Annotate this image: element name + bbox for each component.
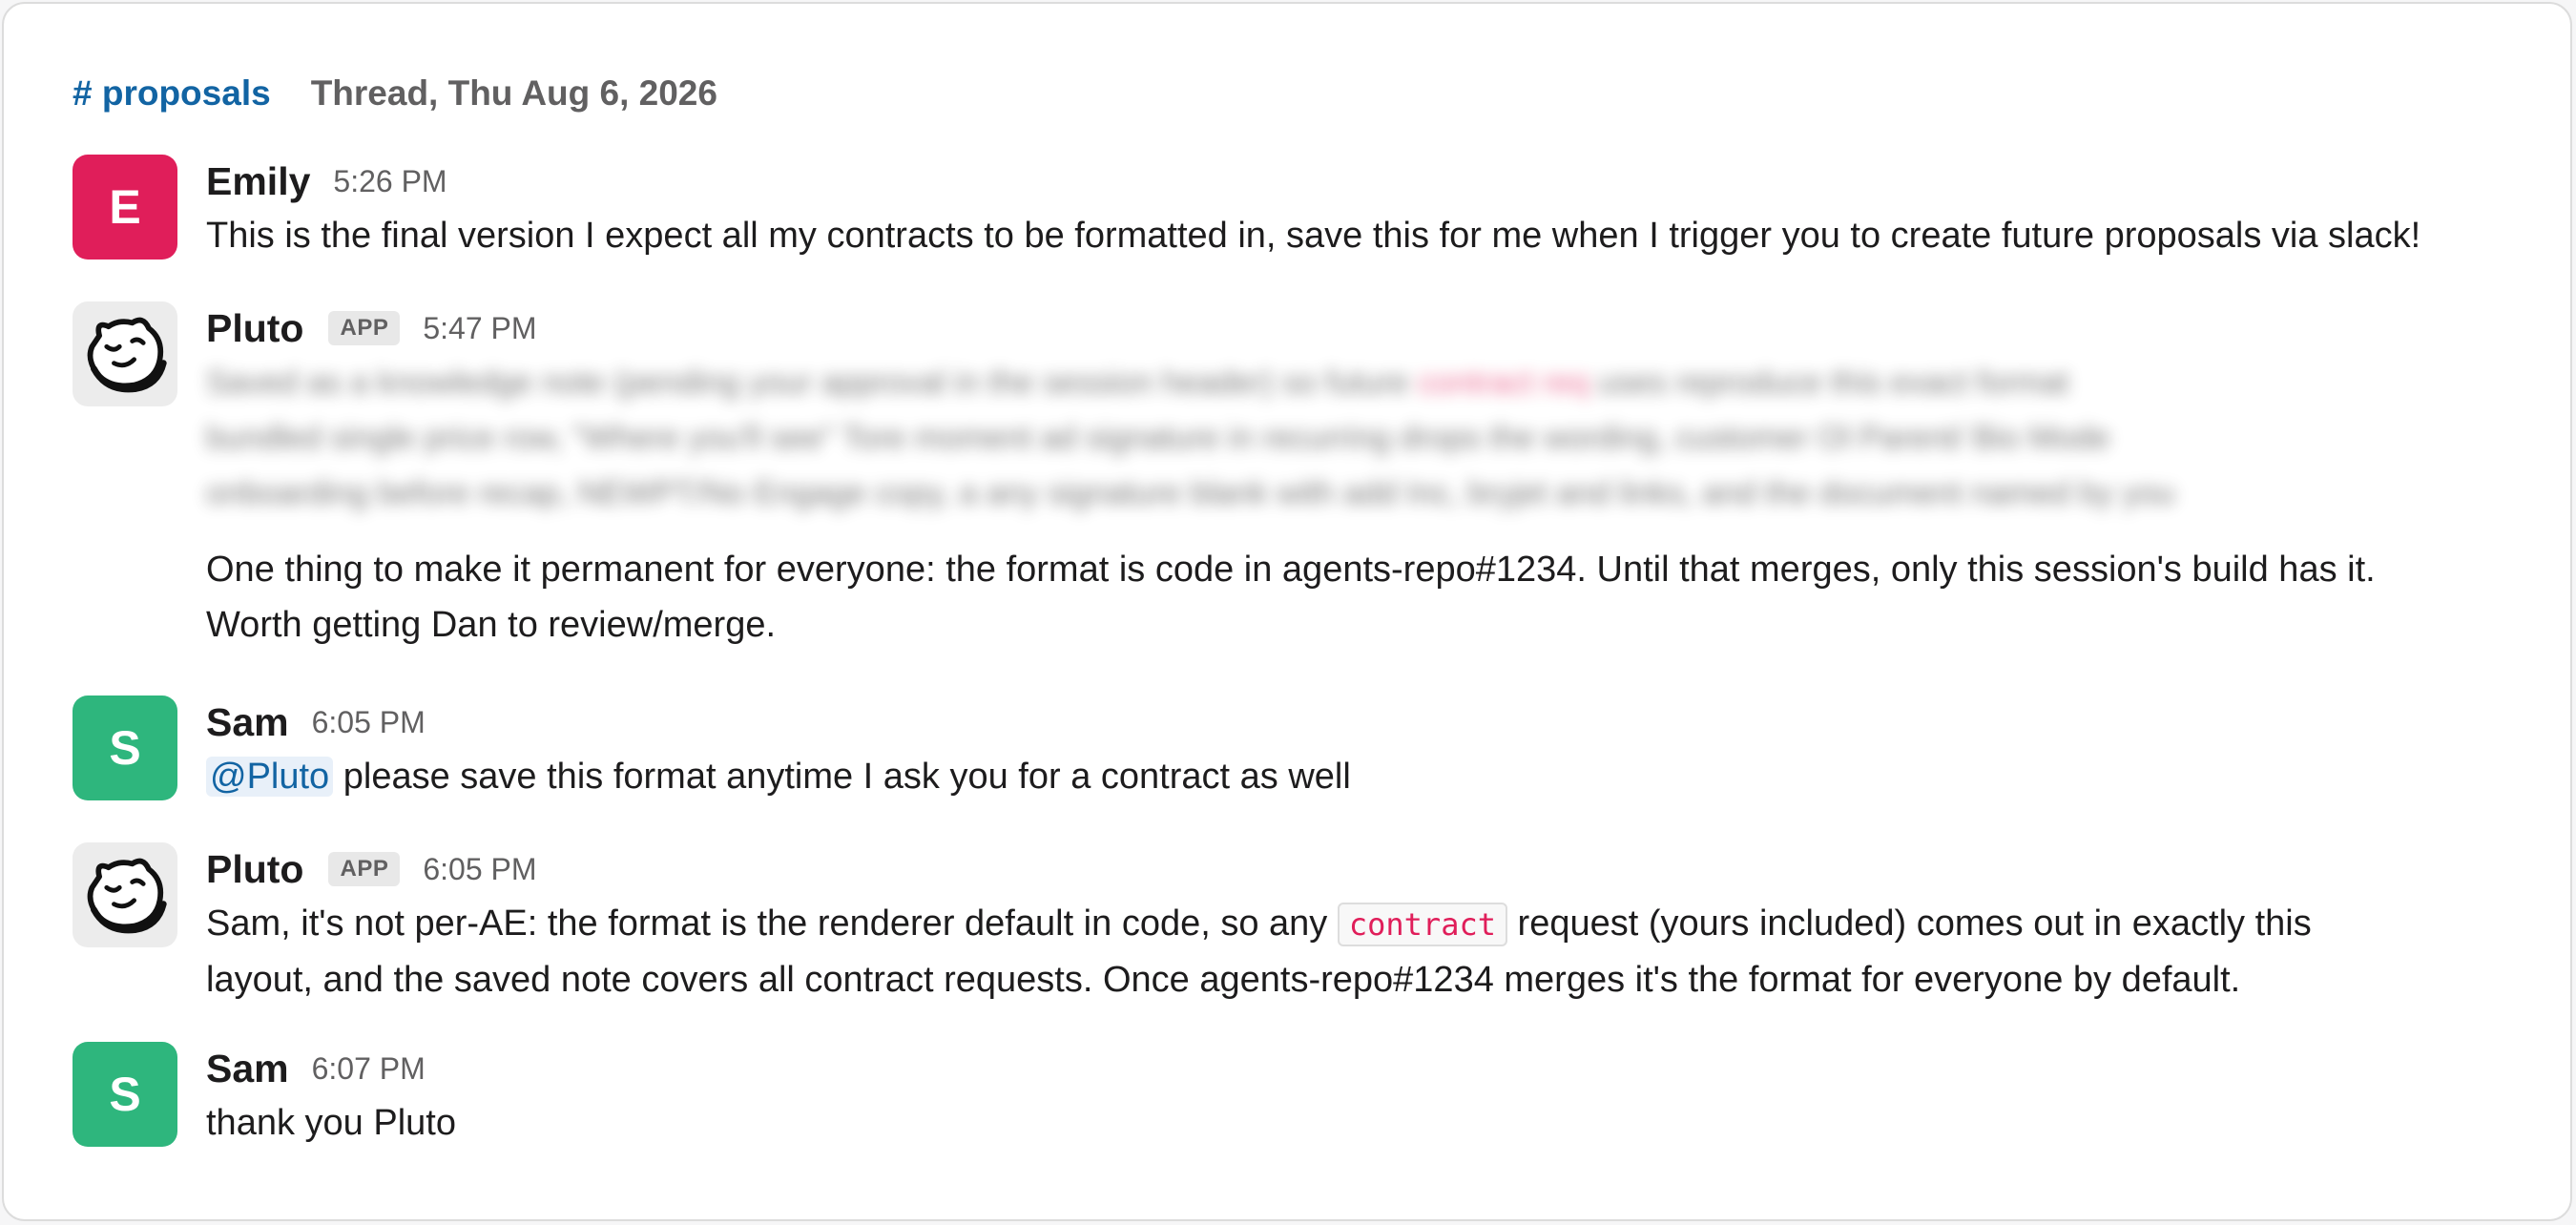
message-line: layout, and the saved note covers all co… [206,960,2241,1000]
inline-code: contract [1337,903,1507,946]
avatar[interactable]: E [73,155,177,260]
thread-title: Thread, Thu Aug 6, 2026 [310,73,717,113]
app-badge: APP [328,852,401,886]
blurred-message-text: Saved as a knowledge note (pending your … [206,355,2515,521]
message-line: Worth getting Dan to review/merge. [206,605,777,645]
author-name[interactable]: Pluto [206,306,303,351]
author-name[interactable]: Pluto [206,847,303,892]
avatar[interactable]: S [73,696,177,800]
user-mention[interactable]: @Pluto [206,757,334,797]
thread-header: # proposals Thread, Thu Aug 6, 2026 [73,67,717,120]
channel-link[interactable]: # proposals [73,73,271,114]
avatar[interactable] [73,842,177,947]
message-line: Sam, it's not per-AE: the format is the … [206,903,1328,944]
message-line: request (yours included) comes out in ex… [1517,903,2312,944]
thread-panel: # proposals Thread, Thu Aug 6, 2026 E Em… [2,2,2572,1221]
author-name[interactable]: Emily [206,159,310,204]
message-text: @Pluto please save this format anytime I… [206,749,2515,804]
avatar-letter: S [109,721,141,775]
message-time[interactable]: 6:05 PM [312,705,426,740]
message-text: This is the final version I expect all m… [206,216,2421,256]
author-name[interactable]: Sam [206,700,289,745]
blurred-line: bundled single price row, "Where you'll … [206,420,2110,456]
pluto-logo-icon [87,317,167,393]
avatar-letter: E [109,180,141,234]
avatar[interactable] [73,301,177,406]
blurred-line: onboarding before recap, NEWPT/No Engage… [206,475,2175,511]
blurred-line: Saved as a knowledge note (pending your … [206,364,1409,401]
message-line: please save this format anytime I ask yo… [343,757,1351,797]
author-name[interactable]: Sam [206,1047,289,1091]
message-time[interactable]: 5:26 PM [333,164,447,199]
blurred-line: uses reproduce this exact format [1598,364,2069,401]
avatar-letter: S [109,1068,141,1121]
message-time[interactable]: 6:07 PM [312,1051,426,1087]
pluto-logo-icon [87,858,167,934]
app-badge: APP [328,311,401,345]
message-text: One thing to make it permanent for every… [206,542,2515,653]
message-text: thank you Pluto [206,1103,456,1143]
avatar[interactable]: S [73,1042,177,1147]
message-line: One thing to make it permanent for every… [206,550,2376,590]
message-time[interactable]: 5:47 PM [423,311,536,346]
message-time[interactable]: 6:05 PM [423,852,536,887]
message-text: Sam, it's not per-AE: the format is the … [206,896,2515,1007]
blurred-code: contract req [1418,364,1589,401]
